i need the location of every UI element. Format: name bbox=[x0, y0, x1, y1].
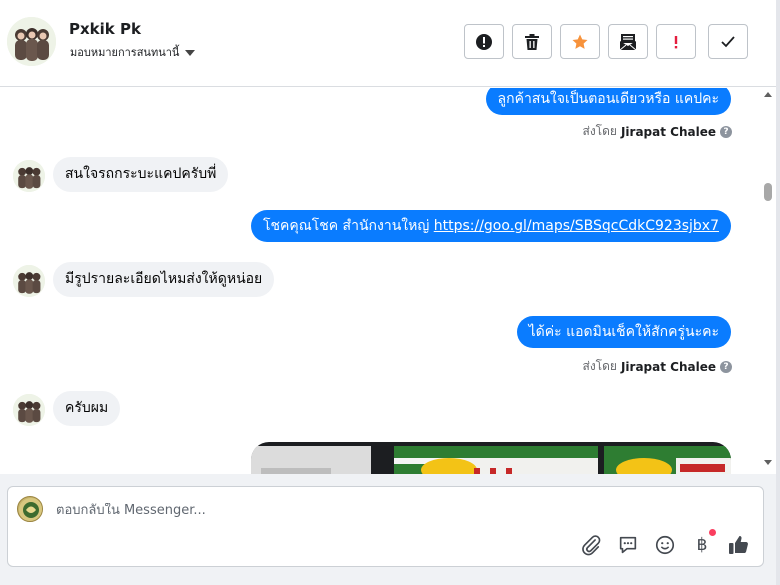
outgoing-message-bubble[interactable]: ได้ค่ะ แอดมินเช็คให้สักครู่นะคะ bbox=[516, 316, 731, 348]
conversation-toolbar bbox=[464, 24, 748, 59]
incoming-message-bubble[interactable]: มีรูปรายละเอียดไหมส่งให้ดูหน่อย bbox=[53, 262, 275, 297]
follow-up-button[interactable] bbox=[656, 24, 696, 59]
incoming-message-bubble[interactable]: ครับผม bbox=[53, 391, 121, 426]
image-thumbnail[interactable] bbox=[251, 446, 371, 474]
reply-input[interactable] bbox=[56, 503, 556, 518]
check-icon bbox=[721, 35, 735, 47]
help-icon[interactable]: ? bbox=[720, 360, 732, 373]
scroll-down-arrow-icon[interactable] bbox=[764, 460, 772, 465]
help-icon[interactable]: ? bbox=[720, 125, 732, 138]
exclamation-icon bbox=[674, 35, 678, 48]
like-icon[interactable] bbox=[727, 533, 751, 557]
mark-unread-button[interactable] bbox=[608, 24, 648, 59]
page-avatar bbox=[17, 496, 43, 522]
reply-composer[interactable]: ฿ bbox=[7, 486, 764, 567]
sent-by-label: ส่งโดย Jirapat Chalee ? bbox=[583, 357, 732, 376]
message-text: สนใจรถกระบะแคปครับพี่ bbox=[65, 166, 217, 182]
message-text: ครับผม bbox=[65, 400, 109, 416]
message-thread[interactable]: ลูกค้าสนใจเป็นตอนเดียวหรือ แคปคะ ส่งโดย … bbox=[0, 88, 760, 474]
image-thumbnail[interactable] bbox=[604, 446, 731, 474]
star-icon bbox=[572, 34, 588, 49]
delete-button[interactable] bbox=[512, 24, 552, 59]
notification-dot bbox=[709, 529, 716, 536]
star-button[interactable] bbox=[560, 24, 600, 59]
image-thumbnail[interactable] bbox=[394, 446, 598, 474]
thread-scrollbar[interactable] bbox=[760, 87, 776, 473]
composer-actions: ฿ bbox=[579, 529, 751, 557]
contact-avatar[interactable] bbox=[7, 17, 56, 66]
caret-down-icon bbox=[185, 49, 196, 56]
outgoing-image-gallery[interactable] bbox=[251, 442, 731, 474]
message-text: ลูกค้าสนใจเป็นตอนเดียวหรือ แคปคะ bbox=[497, 91, 719, 107]
paperclip-icon[interactable] bbox=[579, 533, 603, 557]
sender-name: Jirapat Chalee bbox=[620, 124, 716, 139]
mark-spam-button[interactable] bbox=[464, 24, 504, 59]
assign-label: มอบหมายการสนทนานี้ bbox=[70, 46, 180, 59]
message-text: มีรูปรายละเอียดไหมส่งให้ดูหน่อย bbox=[65, 271, 263, 287]
trash-icon bbox=[525, 33, 539, 50]
contact-avatar-small[interactable] bbox=[13, 160, 45, 192]
contact-avatar-small[interactable] bbox=[13, 394, 45, 426]
alert-circle-icon bbox=[476, 33, 492, 50]
baht-payment-icon[interactable]: ฿ bbox=[690, 529, 716, 557]
message-text: โชคคุณโชค สำนักงานใหญ่ bbox=[262, 218, 434, 234]
saved-reply-icon[interactable] bbox=[616, 533, 640, 557]
maps-link[interactable]: https://goo.gl/maps/SBSqcCdkC923sjbx7 bbox=[434, 218, 719, 234]
scroll-up-arrow-icon[interactable] bbox=[764, 92, 772, 97]
outgoing-message-bubble[interactable]: โชคคุณโชค สำนักงานใหญ่ https://goo.gl/ma… bbox=[250, 210, 731, 242]
incoming-message-bubble[interactable]: สนใจรถกระบะแคปครับพี่ bbox=[53, 157, 229, 192]
envelope-icon bbox=[619, 33, 637, 50]
outgoing-message-bubble[interactable]: ลูกค้าสนใจเป็นตอนเดียวหรือ แคปคะ bbox=[485, 88, 731, 115]
sent-by-label: ส่งโดย Jirapat Chalee ? bbox=[583, 122, 732, 141]
contact-name[interactable]: Pxkik Pk bbox=[69, 20, 141, 38]
assign-conversation-dropdown[interactable]: มอบหมายการสนทนานี้ bbox=[70, 43, 196, 61]
message-text: ได้ค่ะ แอดมินเช็คให้สักครู่นะคะ bbox=[528, 324, 719, 340]
emoji-icon[interactable] bbox=[653, 533, 677, 557]
sender-name: Jirapat Chalee bbox=[620, 359, 716, 374]
scrollbar-thumb[interactable] bbox=[764, 183, 772, 201]
conversation-header: Pxkik Pk มอบหมายการสนทนานี้ bbox=[0, 0, 776, 87]
panel-edge bbox=[776, 0, 780, 585]
contact-avatar-small[interactable] bbox=[13, 265, 45, 297]
mark-done-button[interactable] bbox=[708, 24, 748, 59]
